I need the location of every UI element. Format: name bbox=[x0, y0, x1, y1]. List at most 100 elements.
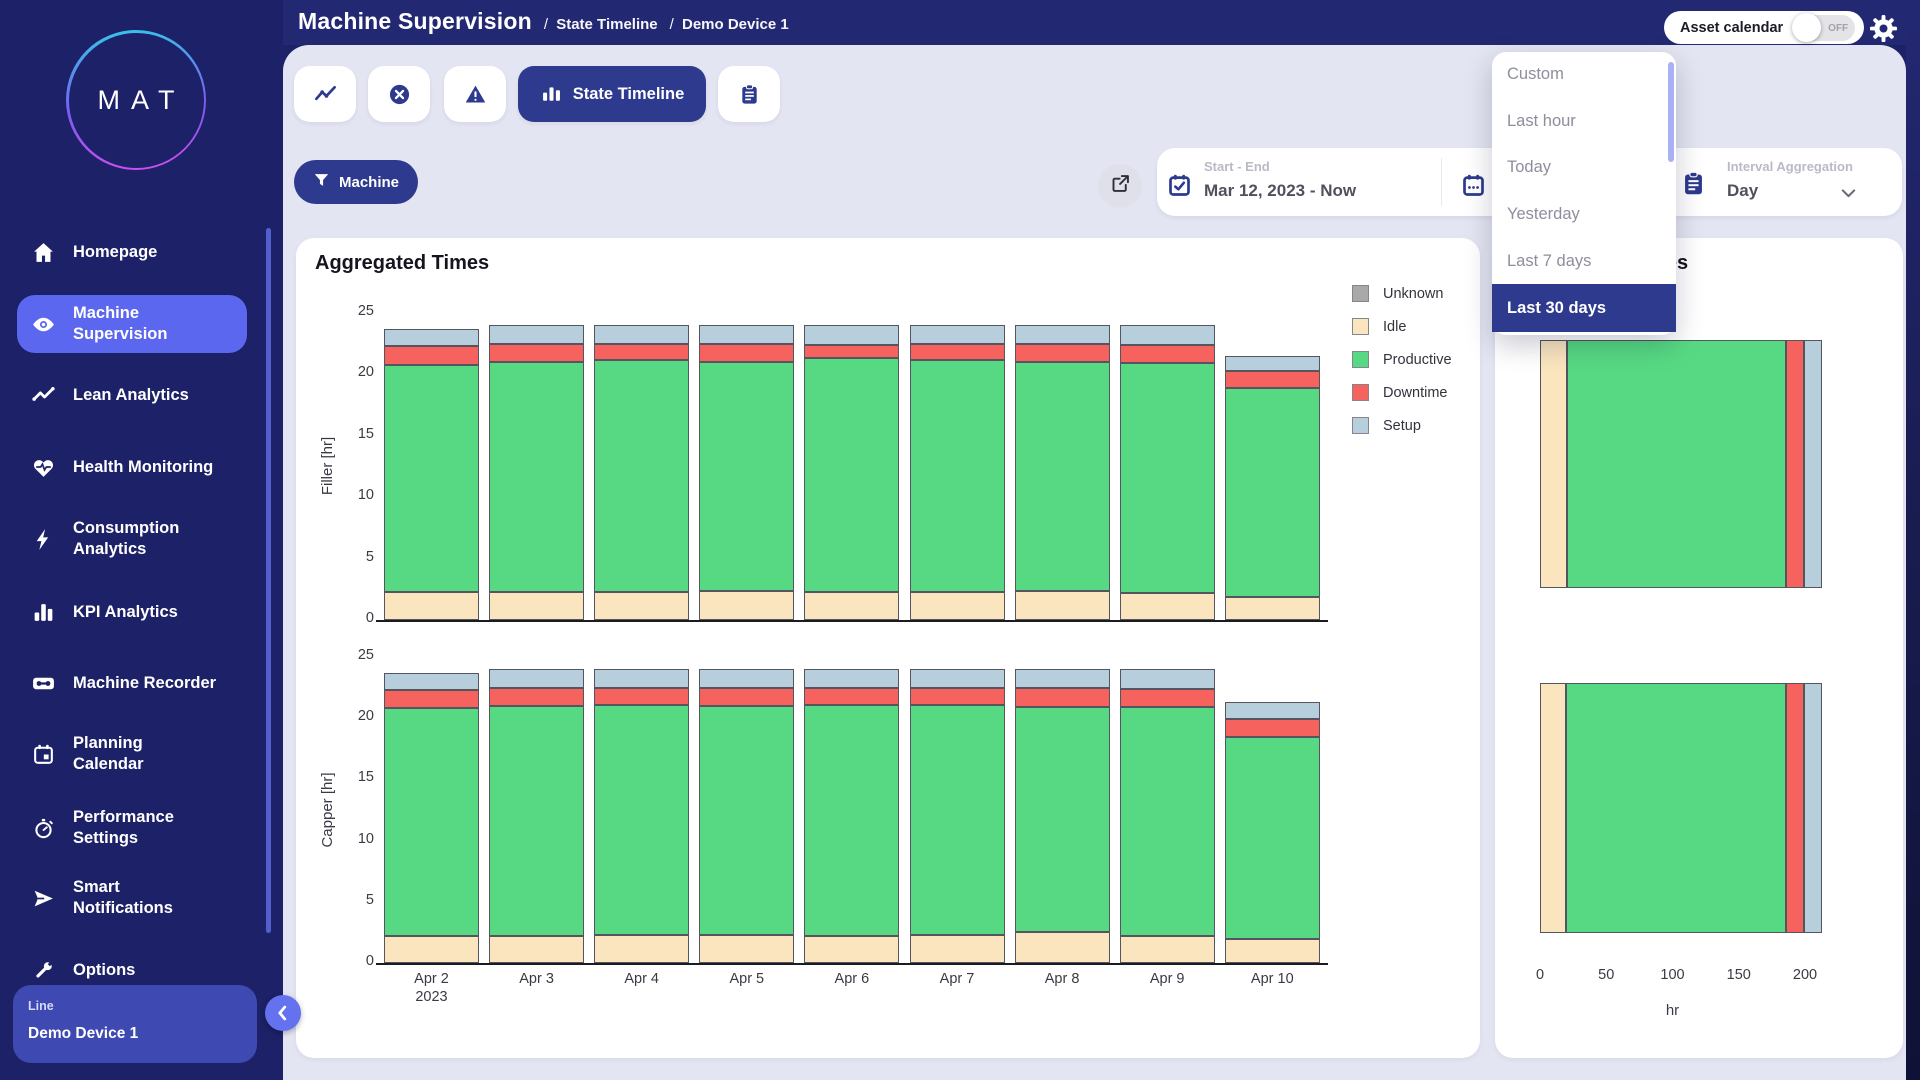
tab-trends[interactable] bbox=[294, 66, 356, 122]
asset-calendar-toggle[interactable]: OFF bbox=[1793, 15, 1855, 41]
bar-segment-productive bbox=[910, 705, 1005, 935]
calendar-dots-icon[interactable] bbox=[1460, 172, 1488, 200]
sidebar-item-options[interactable]: Options bbox=[0, 950, 283, 990]
bar-segment-productive bbox=[1015, 362, 1110, 590]
device-card[interactable]: Line Demo Device 1 bbox=[13, 985, 257, 1063]
open-external-button[interactable] bbox=[1098, 164, 1142, 208]
heart-pulse-icon bbox=[30, 454, 56, 480]
sidebar-item-label: Health Monitoring bbox=[73, 457, 258, 478]
bar-segment-downtime bbox=[384, 690, 479, 708]
bar-segment-setup bbox=[1225, 702, 1320, 719]
bar-segment-downtime bbox=[699, 688, 794, 706]
bar-segment-productive bbox=[1015, 707, 1110, 932]
bar-segment-setup bbox=[699, 325, 794, 343]
sidebar-item-consumption-analytics[interactable]: Consumption Analytics bbox=[0, 517, 283, 561]
tab-state-timeline[interactable]: State Timeline bbox=[518, 66, 706, 122]
sidebar-item-performance-settings[interactable]: Performance Settings bbox=[0, 806, 283, 850]
bar-segment-productive bbox=[910, 360, 1005, 592]
bar-segment-idle bbox=[1225, 597, 1320, 620]
dropdown-item-custom[interactable]: Custom bbox=[1492, 58, 1676, 90]
dropdown-item-last-7-days[interactable]: Last 7 days bbox=[1492, 245, 1676, 277]
sidebar-item-label: Planning Calendar bbox=[73, 733, 258, 775]
breadcrumb-device[interactable]: Demo Device 1 bbox=[670, 16, 789, 33]
totals-x-tick: 50 bbox=[1581, 966, 1631, 984]
sidebar-item-label: Options bbox=[73, 960, 258, 981]
dropdown-item-today[interactable]: Today bbox=[1492, 151, 1676, 183]
sidebar-collapse-button[interactable] bbox=[265, 995, 301, 1031]
dropdown-item-yesterday[interactable]: Yesterday bbox=[1492, 198, 1676, 230]
bar-segment-setup bbox=[910, 669, 1005, 687]
bar-segment-idle bbox=[699, 591, 794, 620]
total-segment-setup bbox=[1804, 683, 1822, 933]
external-link-icon bbox=[1110, 173, 1131, 199]
mat-logo-text: MAT bbox=[87, 85, 186, 116]
machine-filter-button[interactable]: Machine bbox=[294, 160, 418, 204]
bar-segment-productive bbox=[1225, 388, 1320, 597]
sidebar-item-homepage[interactable]: Homepage bbox=[0, 232, 283, 272]
bar-segment-downtime bbox=[594, 688, 689, 705]
y-tick-label: 25 bbox=[314, 647, 374, 663]
bar-segment-idle bbox=[489, 592, 584, 620]
x-tick-label: Apr 8 bbox=[1010, 970, 1114, 988]
bar-segment-productive bbox=[804, 705, 899, 936]
tab-alarms[interactable] bbox=[444, 66, 506, 122]
aggregated-times-title: Aggregated Times bbox=[315, 252, 489, 275]
sidebar-item-machine-recorder[interactable]: Machine Recorder bbox=[0, 663, 283, 703]
x-axis-line bbox=[376, 963, 1328, 965]
bar-segment-downtime bbox=[910, 344, 1005, 360]
sidebar-scrollbar[interactable] bbox=[266, 228, 271, 933]
toggle-knob[interactable] bbox=[1792, 13, 1821, 42]
total-segment-productive bbox=[1566, 683, 1787, 933]
bar-segment-downtime bbox=[1015, 344, 1110, 362]
sidebar-item-label: Smart Notifications bbox=[73, 877, 258, 919]
totals-x-tick: 0 bbox=[1515, 966, 1565, 984]
wrench-icon bbox=[30, 957, 56, 983]
breadcrumb-section[interactable]: State Timeline bbox=[544, 16, 658, 33]
totals-x-tick: 100 bbox=[1648, 966, 1698, 984]
tab-report[interactable] bbox=[718, 66, 780, 122]
date-range-value[interactable]: Mar 12, 2023 - Now bbox=[1204, 181, 1356, 201]
date-range-label: Start - End bbox=[1204, 159, 1270, 174]
legend-item-productive: Productive bbox=[1352, 351, 1452, 368]
bar-segment-downtime bbox=[699, 344, 794, 362]
sidebar-item-health-monitoring[interactable]: Health Monitoring bbox=[0, 447, 283, 487]
bar-segment-setup bbox=[910, 325, 1005, 343]
interval-clipboard-icon bbox=[1680, 170, 1708, 198]
sidebar-item-label: Homepage bbox=[73, 242, 258, 263]
bar-segment-idle bbox=[699, 935, 794, 963]
bar-segment-setup bbox=[699, 669, 794, 687]
sidebar-item-lean-analytics[interactable]: Lean Analytics bbox=[0, 375, 283, 415]
bar-segment-productive bbox=[699, 362, 794, 590]
bar-segment-setup bbox=[1015, 325, 1110, 343]
bar-segment-productive bbox=[1225, 737, 1320, 939]
dropdown-item-last-30-days[interactable]: Last 30 days bbox=[1492, 284, 1676, 332]
sidebar-item-label: Consumption Analytics bbox=[73, 518, 258, 560]
sidebar-item-smart-notifications[interactable]: Smart Notifications bbox=[0, 876, 283, 920]
x-tick-label: Apr 10 bbox=[1220, 970, 1324, 988]
settings-gear-icon[interactable] bbox=[1869, 14, 1899, 44]
y-tick-label: 20 bbox=[314, 364, 374, 380]
bar-segment-setup bbox=[1015, 669, 1110, 687]
tab-stops[interactable] bbox=[368, 66, 430, 122]
interval-aggregation-value[interactable]: Day bbox=[1727, 181, 1758, 201]
totals-x-axis-label: hr bbox=[1643, 1002, 1703, 1019]
totals-x-tick: 150 bbox=[1714, 966, 1764, 984]
sidebar-item-kpi-analytics[interactable]: KPI Analytics bbox=[0, 592, 283, 632]
bar-segment-idle bbox=[804, 592, 899, 620]
sidebar-item-machine-supervision[interactable]: Machine Supervision bbox=[17, 295, 247, 353]
bar-segment-downtime bbox=[489, 688, 584, 706]
sidebar-item-planning-calendar[interactable]: Planning Calendar bbox=[0, 732, 283, 776]
legend-label: Downtime bbox=[1383, 385, 1447, 401]
bar-segment-downtime bbox=[1015, 688, 1110, 708]
total-segment-downtime bbox=[1786, 683, 1804, 933]
dropdown-item-last-hour[interactable]: Last hour bbox=[1492, 105, 1676, 137]
bar-segment-idle bbox=[489, 936, 584, 963]
y-tick-label: 20 bbox=[314, 708, 374, 724]
chevron-down-icon[interactable] bbox=[1838, 183, 1860, 205]
calendar-check-icon[interactable] bbox=[1166, 172, 1194, 200]
bar-segment-downtime bbox=[804, 345, 899, 359]
funnel-icon bbox=[313, 172, 330, 193]
y-tick-label: 0 bbox=[314, 953, 374, 969]
mat-logo-inner: MAT bbox=[69, 33, 204, 168]
total-segment-setup bbox=[1804, 340, 1823, 588]
